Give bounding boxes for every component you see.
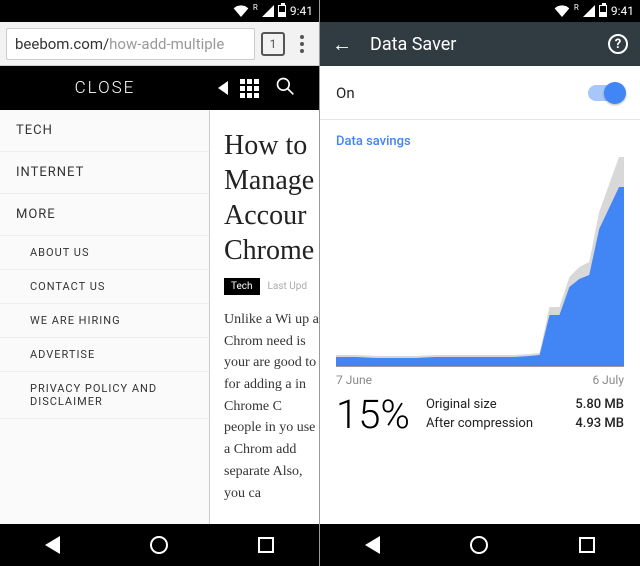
stats-table: Original size 5.80 MB After compression … (426, 395, 624, 433)
nav-home-button[interactable] (470, 536, 488, 554)
network-label: R (253, 3, 258, 12)
data-saver-switch[interactable] (588, 85, 624, 101)
drawer-item-tech[interactable]: TECH (0, 110, 209, 152)
network-label: R (574, 3, 579, 12)
signal-icon (583, 5, 595, 17)
section-heading: Data savings (320, 120, 640, 157)
screen-title: Data Saver (370, 34, 590, 55)
drawer-sub-hiring[interactable]: WE ARE HIRING (0, 304, 209, 338)
date-end: 6 July (592, 373, 624, 387)
caret-left-icon (218, 81, 228, 95)
browser-menu-button[interactable] (291, 35, 313, 53)
drawer-sub-contact[interactable]: CONTACT US (0, 270, 209, 304)
phone-left: R 9:41 beebom.com/how-add-multiple 1 CLO… (0, 0, 320, 566)
nav-recents-button[interactable] (579, 537, 595, 553)
drawer-sub-about[interactable]: ABOUT US (0, 236, 209, 270)
drawer-sub-privacy[interactable]: PRIVACY POLICY AND DISCLAIMER (0, 372, 209, 419)
url-path: how-add-multiple (109, 35, 224, 53)
status-bar: R 9:41 (320, 0, 640, 22)
article-meta-row: Tech Last Upd (224, 278, 319, 295)
back-arrow-icon[interactable]: ← (332, 32, 352, 57)
battery-icon (599, 5, 607, 17)
stats-value: 5.80 MB (575, 397, 624, 412)
stats-row-original: Original size 5.80 MB (426, 395, 624, 414)
chart-date-range: 7 June 6 July (320, 367, 640, 387)
wifi-icon (233, 5, 249, 17)
clock: 9:41 (290, 4, 313, 18)
nav-home-button[interactable] (150, 536, 168, 554)
phone-right: R 9:41 ← Data Saver ? On Data savings 7 … (320, 0, 640, 566)
url-field[interactable]: beebom.com/how-add-multiple (6, 28, 255, 60)
app-bar: ← Data Saver ? (320, 22, 640, 66)
wifi-icon (554, 5, 570, 17)
battery-icon (278, 5, 286, 17)
nav-back-button[interactable] (45, 536, 60, 554)
drawer-item-internet[interactable]: INTERNET (0, 152, 209, 194)
browser-url-bar: beebom.com/how-add-multiple 1 (0, 22, 319, 66)
android-nav-bar (0, 524, 319, 566)
savings-chart (320, 157, 640, 367)
signal-icon (262, 5, 274, 17)
stats-label: Original size (426, 397, 497, 412)
page-content: CLOSE TECH INTERNET MORE ABOUT US CONTAC… (0, 66, 319, 524)
toggle-label: On (336, 84, 355, 102)
chart-svg (336, 157, 624, 367)
article-body: Unlike a Wi up a Chrom need is your are … (224, 309, 319, 504)
stats-label: After compression (426, 416, 533, 431)
article-meta: Last Upd (268, 281, 307, 292)
drawer-sub-advertise[interactable]: ADVERTISE (0, 338, 209, 372)
stats-value: 4.93 MB (575, 416, 624, 431)
help-icon[interactable]: ? (608, 34, 628, 54)
article-title: How to Manage Accour Chrome (224, 128, 319, 268)
nav-recents-button[interactable] (258, 537, 274, 553)
nav-back-button[interactable] (365, 536, 380, 554)
chart-baseline (336, 366, 624, 367)
tab-switcher-button[interactable]: 1 (261, 32, 285, 56)
search-icon[interactable] (275, 76, 295, 100)
data-saver-toggle-row: On (320, 66, 640, 120)
close-drawer-button[interactable]: CLOSE (0, 78, 210, 98)
url-host: beebom.com/ (15, 35, 109, 53)
grid-icon[interactable] (240, 79, 259, 98)
clock: 9:41 (611, 4, 634, 18)
savings-stats: 15% Original size 5.80 MB After compress… (320, 387, 640, 435)
percent-saved: 15% (336, 395, 410, 435)
article-category-tag[interactable]: Tech (224, 278, 260, 295)
article-preview: How to Manage Accour Chrome Tech Last Up… (210, 110, 319, 524)
nav-drawer: TECH INTERNET MORE ABOUT US CONTACT US W… (0, 110, 210, 524)
site-top-bar: CLOSE (0, 66, 319, 110)
stats-row-compressed: After compression 4.93 MB (426, 414, 624, 433)
status-bar: R 9:41 (0, 0, 319, 22)
android-nav-bar (320, 524, 640, 566)
drawer-item-more[interactable]: MORE (0, 194, 209, 236)
date-start: 7 June (336, 373, 372, 387)
